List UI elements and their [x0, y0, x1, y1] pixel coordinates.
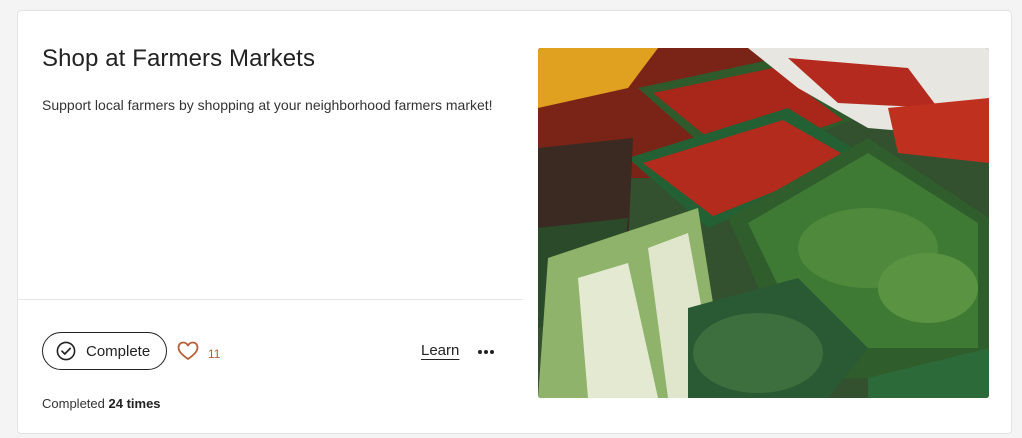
heart-icon: [177, 341, 199, 366]
action-card: Shop at Farmers Markets Support local fa…: [17, 10, 1012, 434]
complete-button[interactable]: Complete: [42, 332, 167, 370]
completed-prefix: Completed: [42, 396, 105, 411]
farmers-market-photo: [538, 48, 989, 398]
learn-link[interactable]: Learn: [421, 342, 459, 359]
completed-times: 24 times: [108, 396, 161, 411]
more-options-button[interactable]: [477, 341, 495, 361]
complete-button-label: Complete: [86, 342, 151, 360]
like-button[interactable]: 11: [177, 341, 220, 366]
card-description: Support local farmers by shopping at you…: [42, 97, 493, 113]
more-horizontal-icon: [477, 342, 495, 360]
check-circle-icon: [56, 341, 76, 361]
completed-count: Completed 24 times: [42, 396, 161, 411]
divider: [18, 299, 523, 300]
like-count: 11: [208, 346, 221, 361]
card-title: Shop at Farmers Markets: [42, 45, 316, 72]
